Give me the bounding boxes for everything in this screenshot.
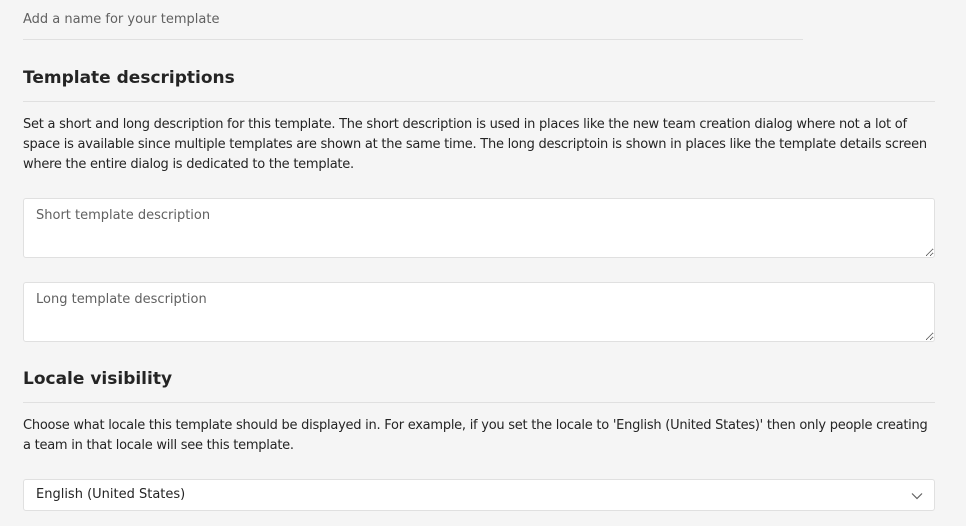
locale-divider: [23, 402, 935, 403]
template-name-input[interactable]: [23, 0, 803, 40]
short-description-field[interactable]: [23, 198, 935, 258]
descriptions-help-text: Set a short and long description for thi…: [23, 117, 927, 172]
locale-select[interactable]: English (United States): [23, 479, 935, 511]
template-descriptions-heading: Template descriptions: [23, 68, 235, 88]
long-description-field[interactable]: [23, 282, 935, 342]
locale-help-text: Choose what locale this template should …: [23, 418, 928, 453]
locale-visibility-heading: Locale visibility: [23, 369, 173, 389]
locale-select-value: English (United States): [36, 487, 186, 502]
chevron-down-icon: [911, 493, 923, 500]
template-form: Template descriptions Set a short and lo…: [0, 0, 966, 526]
descriptions-divider: [23, 101, 935, 102]
